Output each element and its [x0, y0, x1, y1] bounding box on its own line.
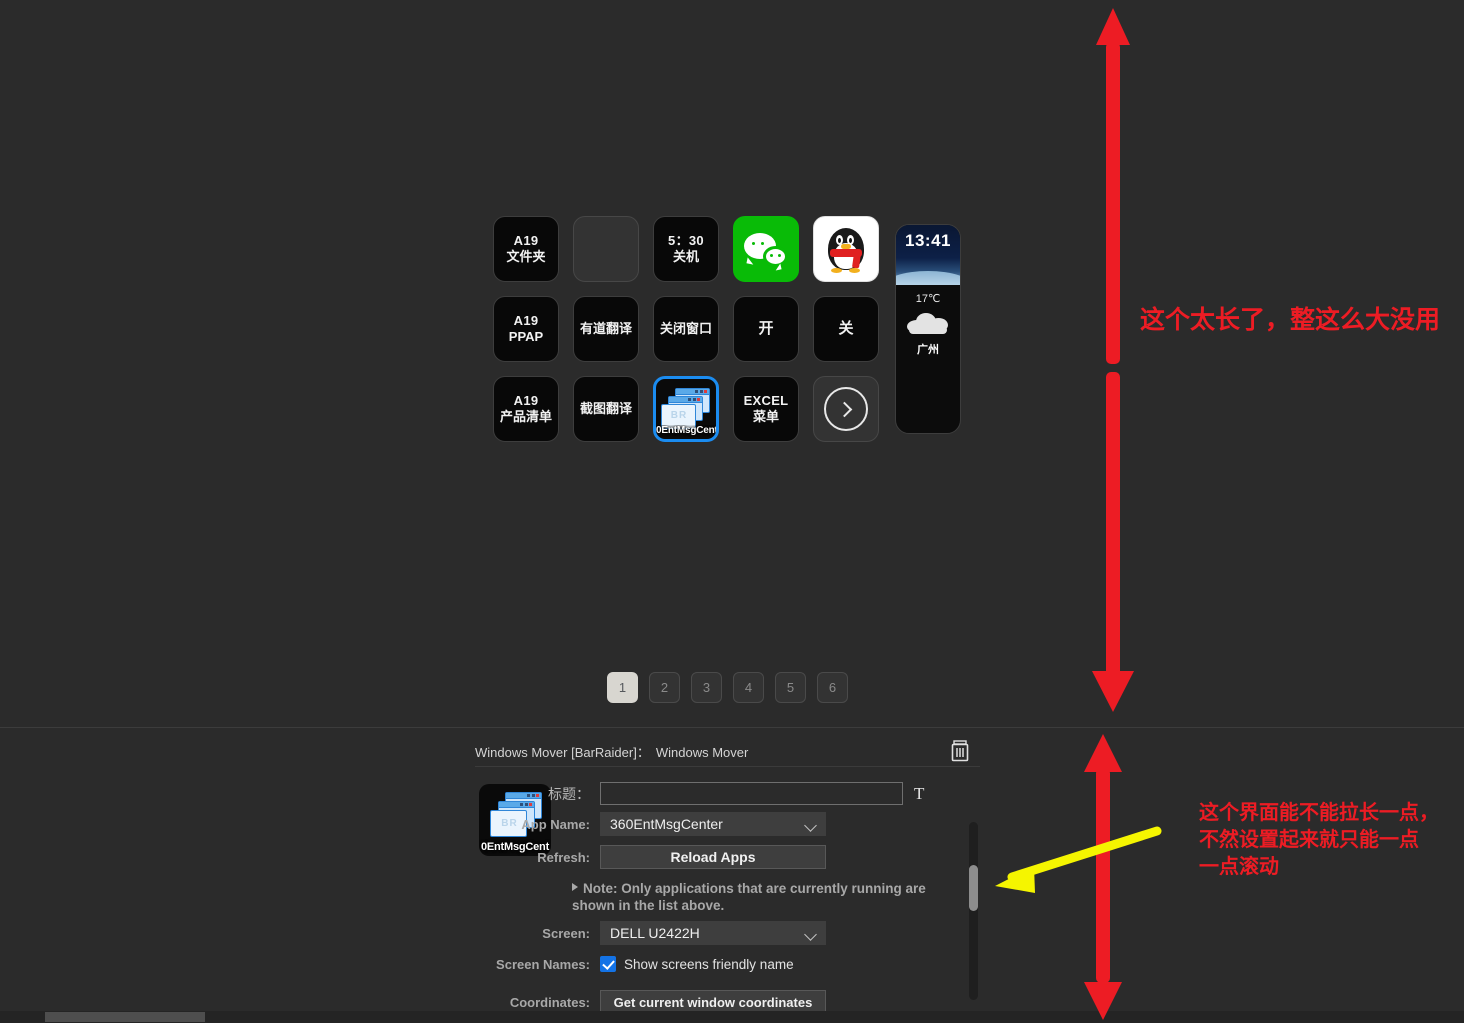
row-screen-names: Screen Names: Show screens friendly name: [470, 956, 794, 972]
app-name-select[interactable]: 360EntMsgCenter: [600, 812, 826, 836]
deck-key-line1: EXCEL: [743, 392, 789, 408]
row-app-name: App Name: 360EntMsgCenter: [470, 812, 826, 836]
reload-apps-button[interactable]: Reload Apps: [600, 845, 826, 869]
row-title: 标题： T: [470, 782, 924, 805]
screen-select[interactable]: DELL U2422H: [600, 921, 826, 945]
deck-key-close-window[interactable]: 关闭窗口: [653, 296, 719, 362]
deck-key-line1: A19: [513, 312, 539, 328]
clock-time: 13:41: [905, 231, 951, 250]
deck-key-windows-mover-selected[interactable]: BR 0EntMsgCent: [653, 376, 719, 442]
deck-key-line2: 关机: [672, 249, 699, 264]
settings-vertical-scrollbar-track[interactable]: [969, 822, 978, 1000]
deck-key-screenshot-translate[interactable]: 截图翻译: [573, 376, 639, 442]
earth-horizon: [896, 271, 960, 285]
app-name-label: App Name:: [521, 816, 590, 832]
plugin-name: Windows Mover [BarRaider]: [475, 745, 637, 760]
deck-key-qq[interactable]: [813, 216, 879, 282]
deck-key-shutdown-530[interactable]: 5：30 关机: [653, 216, 719, 282]
deck-key-next-page[interactable]: [813, 376, 879, 442]
title-label: 标题：: [548, 785, 590, 802]
header-rule: [475, 766, 980, 767]
deck-key-line1: 5：30: [668, 232, 704, 248]
page-button-5[interactable]: 5: [775, 672, 806, 703]
panel-title: Windows Mover [BarRaider]： Windows Mover: [475, 742, 980, 761]
page-button-4[interactable]: 4: [733, 672, 764, 703]
deck-key-grid: A19 文件夹 5：30 关机 A19 PPAP 有道翻译 关闭窗口 开 关 A…: [493, 216, 879, 442]
deck-key-line2: 产品清单: [499, 409, 552, 424]
deck-key-line1: A19: [513, 232, 539, 248]
app-name-value: 360EntMsgCenter: [610, 816, 723, 832]
deck-key-line1: 关闭窗口: [659, 320, 712, 336]
row-screen: Screen: DELL U2422H: [470, 921, 826, 945]
deck-key-youdao-translate[interactable]: 有道翻译: [573, 296, 639, 362]
settings-vertical-scrollbar-thumb[interactable]: [969, 865, 978, 911]
deck-key-on[interactable]: 开: [733, 296, 799, 362]
screen-names-checkbox-label: Show screens friendly name: [624, 956, 794, 972]
deck-key-line1: A19: [513, 392, 539, 408]
title-separator: ：: [636, 745, 650, 760]
screen-label: Screen:: [542, 925, 590, 941]
wechat-icon-small: [763, 246, 788, 267]
stream-deck-canvas: A19 文件夹 5：30 关机 A19 PPAP 有道翻译 关闭窗口 开 关 A…: [0, 0, 1464, 728]
title-input[interactable]: [600, 782, 903, 805]
window-horizontal-scrollbar-thumb[interactable]: [45, 1012, 205, 1022]
screen-value: DELL U2422H: [610, 925, 700, 941]
deck-key-line1: 截图翻译: [579, 400, 632, 416]
chevron-right-icon: [824, 387, 868, 431]
expand-triangle-icon[interactable]: [572, 883, 578, 891]
settings-header: Windows Mover [BarRaider]： Windows Mover: [475, 740, 980, 762]
cloud-icon: [905, 311, 951, 334]
screen-names-label: Screen Names:: [496, 956, 590, 972]
note-text: Note: Only applications that are current…: [572, 880, 962, 914]
deck-pagination: 1 2 3 4 5 6: [607, 672, 848, 703]
weather-widget[interactable]: 13:41 17℃ 广州: [895, 224, 961, 434]
annotation-note-bottom: 这个界面能不能拉长一点， 不然设置起来就只能一点 一点滚动: [1199, 802, 1439, 878]
deck-key-line1: 关: [838, 319, 854, 337]
text-style-button[interactable]: T: [914, 784, 924, 804]
weather-sky: 13:41: [896, 225, 960, 285]
window-horizontal-scrollbar-track[interactable]: [0, 1011, 1464, 1023]
deck-key-line1: 有道翻译: [579, 320, 632, 336]
screen-names-checkbox-wrap[interactable]: Show screens friendly name: [600, 956, 794, 972]
deck-key-a19-product-list[interactable]: A19 产品清单: [493, 376, 559, 442]
trash-icon[interactable]: [950, 740, 970, 762]
app-root: A19 文件夹 5：30 关机 A19 PPAP 有道翻译 关闭窗口 开 关 A…: [0, 0, 1464, 1023]
deck-key-line2: 菜单: [752, 409, 779, 424]
deck-key-line1: 开: [758, 319, 774, 337]
page-button-2[interactable]: 2: [649, 672, 680, 703]
action-name: Windows Mover: [655, 745, 749, 760]
weather-city: 广州: [917, 344, 939, 356]
qq-penguin-icon: [823, 224, 869, 274]
weather-temperature: 17℃: [915, 293, 941, 305]
note-body: Note: Only applications that are current…: [572, 881, 926, 913]
deck-key-excel-menu[interactable]: EXCEL 菜单: [733, 376, 799, 442]
row-refresh: Refresh: Reload Apps: [470, 845, 826, 869]
deck-key-off[interactable]: 关: [813, 296, 879, 362]
chevron-down-icon: [804, 928, 817, 941]
deck-key-a19-folder[interactable]: A19 文件夹: [493, 216, 559, 282]
page-button-1[interactable]: 1: [607, 672, 638, 703]
chevron-down-icon: [804, 819, 817, 832]
deck-key-empty-slot[interactable]: [573, 216, 639, 282]
annotation-note-top: 这个太长了，整这么大没用: [1140, 306, 1441, 334]
deck-key-wechat[interactable]: [733, 216, 799, 282]
deck-key-line2: 文件夹: [506, 249, 546, 264]
page-button-3[interactable]: 3: [691, 672, 722, 703]
deck-key-line2: PPAP: [508, 329, 544, 344]
deck-key-caption: 0EntMsgCent: [656, 424, 716, 436]
screen-names-checkbox[interactable]: [600, 956, 616, 972]
deck-key-a19-ppap[interactable]: A19 PPAP: [493, 296, 559, 362]
page-button-6[interactable]: 6: [817, 672, 848, 703]
refresh-label: Refresh:: [537, 849, 590, 865]
coordinates-label: Coordinates:: [509, 994, 590, 1010]
